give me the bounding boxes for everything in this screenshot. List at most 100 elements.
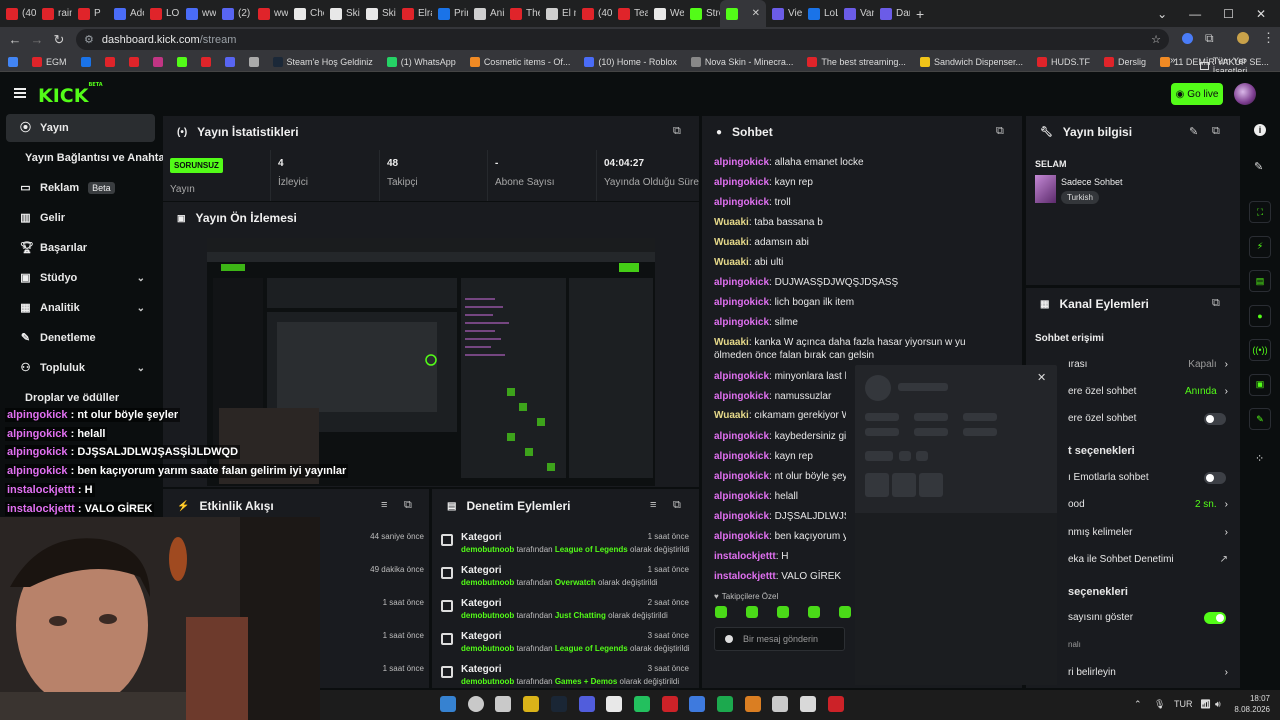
extensions-puzzle-icon[interactable]: ⧉ <box>1205 31 1214 46</box>
browser-tab[interactable]: Elra <box>396 0 432 27</box>
bookmark-item[interactable] <box>128 56 139 67</box>
bolt-icon[interactable]: ⚡︎ <box>1249 235 1271 258</box>
wifi-icon[interactable]: 📶︎ <box>1200 699 1211 710</box>
chat-popout-icon[interactable]: ⧉ <box>996 125 1004 138</box>
browser-tab[interactable]: Dari <box>874 0 910 27</box>
browser-tab[interactable]: We <box>648 0 684 27</box>
chat-username[interactable]: Wuaaki <box>714 337 749 348</box>
close-icon[interactable]: ✕ <box>1037 371 1046 384</box>
reload-button[interactable]: ↻ <box>48 32 70 48</box>
browser-tab[interactable]: Che <box>288 0 324 27</box>
sidebar-item[interactable]: ▥ Gelir <box>6 204 155 232</box>
browser-tab[interactable]: Prim <box>432 0 468 27</box>
moderation-user[interactable]: demobutnoob <box>461 545 514 554</box>
browser-tab[interactable]: (402 <box>576 0 612 27</box>
stream-info-popout-icon[interactable]: ⧉ <box>1212 125 1220 138</box>
kick-logo[interactable]: KICKBETA <box>38 82 103 107</box>
bookmark-item[interactable]: EGM <box>32 56 67 67</box>
edit-icon[interactable]: ✎ <box>1254 160 1263 173</box>
chat-username[interactable]: alpingokick <box>714 177 769 188</box>
browser-tab[interactable]: Skin <box>324 0 360 27</box>
category-name[interactable]: Sadece Sohbet <box>1061 177 1123 187</box>
moderation-category[interactable]: League of Legends <box>555 545 628 554</box>
chat-username[interactable]: Wuaaki <box>714 217 749 228</box>
wrench-icon[interactable]: ✎ <box>1249 408 1271 430</box>
menu-kebab-icon[interactable]: ⋮ <box>1262 30 1275 46</box>
broadcast-icon[interactable]: ((•)) <box>1249 339 1271 361</box>
browser-tab[interactable]: P <box>72 0 108 27</box>
browser-tab[interactable]: Van <box>838 0 874 27</box>
sidebar-item[interactable]: ⦿ Yayın <box>6 114 155 142</box>
mic-icon[interactable]: 🎙︎ <box>1154 699 1165 710</box>
discord-icon[interactable] <box>578 696 595 712</box>
chat-username[interactable]: Wuaaki <box>714 237 749 248</box>
app-icon[interactable] <box>827 696 844 712</box>
opera-icon[interactable] <box>661 696 678 712</box>
chrome-icon[interactable] <box>689 696 706 712</box>
file-explorer-icon[interactable] <box>523 696 540 712</box>
moderation-row[interactable]: Kategori 3 saat önce demobutnoob tarafında… <box>441 631 691 661</box>
chat-bubble-icon[interactable]: ● <box>1249 304 1271 327</box>
moderation-row[interactable]: Kategori 1 saat önce demobutnoob tarafında… <box>441 532 691 562</box>
channel-action-row[interactable]: ı Emotlarla sohbet <box>1068 472 1228 484</box>
clipboard-icon[interactable]: ▤ <box>1249 270 1271 292</box>
whatsapp-icon[interactable] <box>633 696 650 712</box>
chat-username[interactable]: alpingokick <box>714 197 769 208</box>
avatar[interactable] <box>1234 83 1256 105</box>
back-button[interactable]: ← <box>4 32 26 47</box>
site-info-icon[interactable]: ⚙ <box>84 33 94 46</box>
chat-username[interactable]: alpingokick <box>714 531 769 542</box>
channel-action-row[interactable]: eka ile Sohbet Denetimi ↗ <box>1068 554 1228 565</box>
tab-search-icon[interactable]: ⌄ <box>1157 7 1167 21</box>
browser-tab[interactable]: ww <box>252 0 288 27</box>
browser-tab[interactable]: (402 <box>0 0 36 27</box>
obs-icon[interactable] <box>800 696 817 712</box>
moderation-user[interactable]: demobutnoob <box>461 644 514 653</box>
chat-input[interactable]: Bir mesaj gönderin <box>714 627 845 651</box>
maximize-button[interactable]: ☐ <box>1223 7 1234 21</box>
moderation-category[interactable]: Just Chatting <box>555 611 606 620</box>
chat-username[interactable]: alpingokick <box>714 431 769 442</box>
close-window-button[interactable]: ✕ <box>1256 7 1266 21</box>
bookmark-item[interactable]: HUDS.TF <box>1036 56 1090 67</box>
extension-icon[interactable] <box>1182 33 1193 44</box>
activity-filter-icon[interactable]: ≡ <box>381 499 387 511</box>
channel-action-row[interactable]: sayısını göster <box>1068 612 1228 624</box>
bookmark-item[interactable] <box>152 56 163 67</box>
channel-action-row[interactable]: ere özel sohbet <box>1068 413 1228 425</box>
toggle-switch[interactable] <box>1204 413 1226 425</box>
sidebar-item[interactable]: Yayın Bağlantısı ve Anahtarı <box>6 144 172 172</box>
browser-tab[interactable]: Viey <box>766 0 802 27</box>
bookmark-item[interactable]: (1) WhatsApp <box>386 56 456 67</box>
bookmark-item[interactable]: Cosmetic items - Of... <box>469 56 570 67</box>
browser-tab[interactable]: LO <box>144 0 180 27</box>
bookmark-item[interactable] <box>80 56 91 67</box>
tray-chevron-icon[interactable]: ⌃ <box>1134 699 1142 710</box>
channel-action-row[interactable]: ood 2 sn. › <box>1068 499 1228 510</box>
sidebar-item[interactable]: ▦ Analitik ⌄ <box>6 294 155 322</box>
browser-tab[interactable]: ww <box>180 0 216 27</box>
chat-username[interactable]: Wuaaki <box>714 257 749 268</box>
chat-username[interactable]: alpingokick <box>714 277 769 288</box>
browser-tab[interactable]: Skin <box>360 0 396 27</box>
emote-icon[interactable] <box>808 606 820 618</box>
volume-icon[interactable]: 🔊︎ <box>1215 699 1221 710</box>
tab-close-icon[interactable]: ✕ <box>752 8 760 19</box>
bookmarks-overflow-icon[interactable]: » <box>1170 55 1176 66</box>
moderation-category[interactable]: Overwatch <box>555 578 596 587</box>
bookmark-item[interactable] <box>200 56 211 67</box>
sidebar-item[interactable]: ▭ Reklam Beta <box>6 174 155 202</box>
popout-icon[interactable]: ⧉ <box>673 125 681 138</box>
ticket-icon[interactable]: ▣ <box>1249 373 1271 396</box>
sidebar-item[interactable]: ⚇ Topluluk ⌄ <box>6 354 155 382</box>
chat-username[interactable]: alpingokick <box>714 451 769 462</box>
emote-icon[interactable] <box>839 606 851 618</box>
browser-tab[interactable]: Teac <box>612 0 648 27</box>
chat-username[interactable]: Wuaaki <box>714 410 749 421</box>
channel-action-row[interactable]: ri belirleyin › <box>1068 667 1228 678</box>
chat-username[interactable]: instalockjettt <box>714 551 776 562</box>
emote-icon[interactable] <box>746 606 758 618</box>
chat-username[interactable]: alpingokick <box>714 317 769 328</box>
sidebar-item[interactable]: 🏆︎ Başarılar <box>6 234 155 262</box>
moderation-popout-icon[interactable]: ⧉ <box>673 499 681 512</box>
